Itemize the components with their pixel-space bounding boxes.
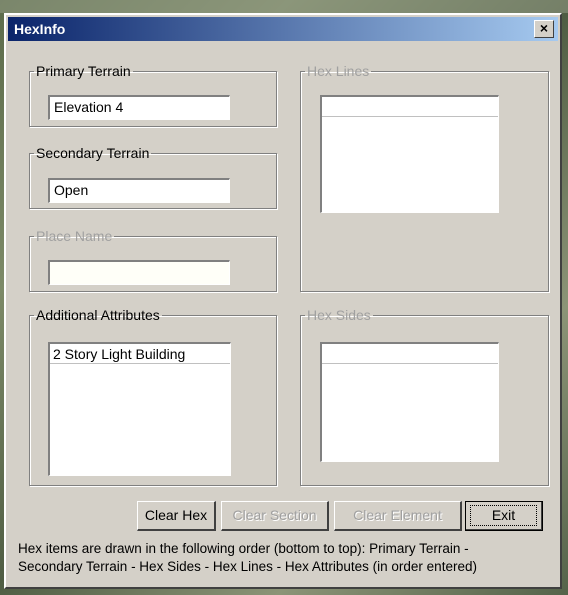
list-item[interactable] — [322, 97, 498, 117]
clear-hex-button[interactable]: Clear Hex — [137, 501, 216, 531]
additional-attributes-legend: Additional Attributes — [36, 307, 160, 323]
primary-terrain-field[interactable]: Elevation 4 — [48, 95, 230, 120]
list-item[interactable]: 2 Story Light Building — [50, 344, 230, 364]
place-name-field[interactable] — [48, 260, 230, 285]
primary-terrain-legend: Primary Terrain — [36, 63, 131, 79]
list-item[interactable] — [322, 344, 498, 364]
focus-rectangle — [470, 505, 537, 526]
clear-section-button[interactable]: Clear Section — [221, 501, 329, 531]
background-map-strip — [0, 0, 568, 13]
secondary-terrain-field[interactable]: Open — [48, 178, 230, 203]
hex-lines-list[interactable] — [320, 95, 499, 213]
hex-lines-legend: Hex Lines — [307, 63, 370, 79]
hexinfo-dialog: HexInfo × Primary Terrain Elevation 4 Se… — [4, 13, 562, 589]
title-bar[interactable]: HexInfo × — [8, 17, 558, 41]
note-line-1: Hex items are drawn in the following ord… — [18, 541, 469, 556]
hex-sides-list[interactable] — [320, 342, 499, 462]
additional-attributes-list[interactable]: 2 Story Light Building — [48, 342, 231, 476]
exit-button[interactable]: Exit — [465, 501, 543, 531]
window-title: HexInfo — [14, 21, 66, 37]
close-button[interactable]: × — [534, 20, 554, 38]
clear-element-button[interactable]: Clear Element — [334, 501, 462, 531]
hex-sides-legend: Hex Sides — [307, 307, 371, 323]
secondary-terrain-legend: Secondary Terrain — [36, 145, 150, 161]
place-name-legend: Place Name — [36, 228, 113, 244]
close-icon: × — [539, 20, 549, 36]
note-line-2: Secondary Terrain - Hex Sides - Hex Line… — [18, 559, 477, 574]
draw-order-note: Hex items are drawn in the following ord… — [18, 540, 558, 576]
